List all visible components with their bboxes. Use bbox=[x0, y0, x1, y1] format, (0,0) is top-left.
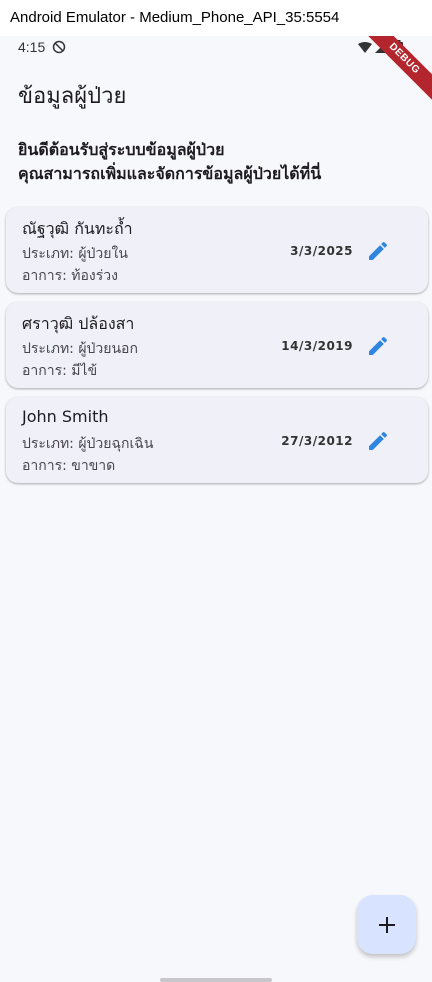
status-bar: 4:15 DEBUG bbox=[0, 36, 432, 103]
patient-name: ศราวุฒิ ปล้องสา bbox=[22, 314, 135, 333]
status-time: 4:15 bbox=[18, 39, 46, 55]
welcome-message: ยินดีต้อนรับสู่ระบบข้อมูลผู้ป่วย คุณสามา… bbox=[18, 138, 418, 186]
welcome-line-1: ยินดีต้อนรับสู่ระบบข้อมูลผู้ป่วย bbox=[18, 140, 225, 159]
welcome-line-2: คุณสามารถเพิ่มและจัดการข้อมูลผู้ป่วยได้ท… bbox=[18, 164, 322, 183]
page-title: ข้อมูลผู้ป่วย bbox=[18, 84, 127, 109]
patient-date: 14/3/2019 bbox=[281, 339, 353, 353]
home-indicator[interactable] bbox=[160, 978, 272, 982]
patient-name: ณัฐวุฒิ กันทะถ้ำ bbox=[22, 219, 133, 238]
patient-name: John Smith bbox=[22, 407, 109, 426]
phone-screen: 4:15 DEBUG ข้อมูลผู้ป่วย ยินดีต้อนรับสู่… bbox=[0, 36, 432, 982]
patient-symptom: อาการ: มีไข้ bbox=[22, 363, 98, 379]
wifi-icon bbox=[358, 42, 372, 53]
patient-date: 27/3/2012 bbox=[281, 434, 353, 448]
patient-symptom: อาการ: ขาขาด bbox=[22, 458, 116, 474]
patient-type: ประเภท: ผู้ป่วยใน bbox=[22, 246, 128, 262]
patient-card[interactable]: ณัฐวุฒิ กันทะถ้ำ ประเภท: ผู้ป่วยใน อาการ… bbox=[6, 207, 428, 293]
patient-symptom: อาการ: ท้องร่วง bbox=[22, 268, 118, 284]
patient-card[interactable]: John Smith ประเภท: ผู้ป่วยฉุกเฉิน อาการ:… bbox=[6, 397, 428, 483]
patient-card[interactable]: ศราวุฒิ ปล้องสา ประเภท: ผู้ป่วยนอก อาการ… bbox=[6, 302, 428, 388]
plus-icon bbox=[378, 916, 395, 933]
edit-icon[interactable] bbox=[366, 239, 390, 263]
patient-type: ประเภท: ผู้ป่วยนอก bbox=[22, 341, 138, 357]
window-title: Android Emulator - Medium_Phone_API_35:5… bbox=[0, 0, 432, 36]
add-patient-button[interactable] bbox=[357, 895, 416, 954]
do-not-disturb-icon bbox=[52, 40, 66, 54]
patient-type: ประเภท: ผู้ป่วยฉุกเฉิน bbox=[22, 436, 154, 452]
patient-date: 3/3/2025 bbox=[290, 244, 353, 258]
edit-icon[interactable] bbox=[366, 334, 390, 358]
edit-icon[interactable] bbox=[366, 429, 390, 453]
